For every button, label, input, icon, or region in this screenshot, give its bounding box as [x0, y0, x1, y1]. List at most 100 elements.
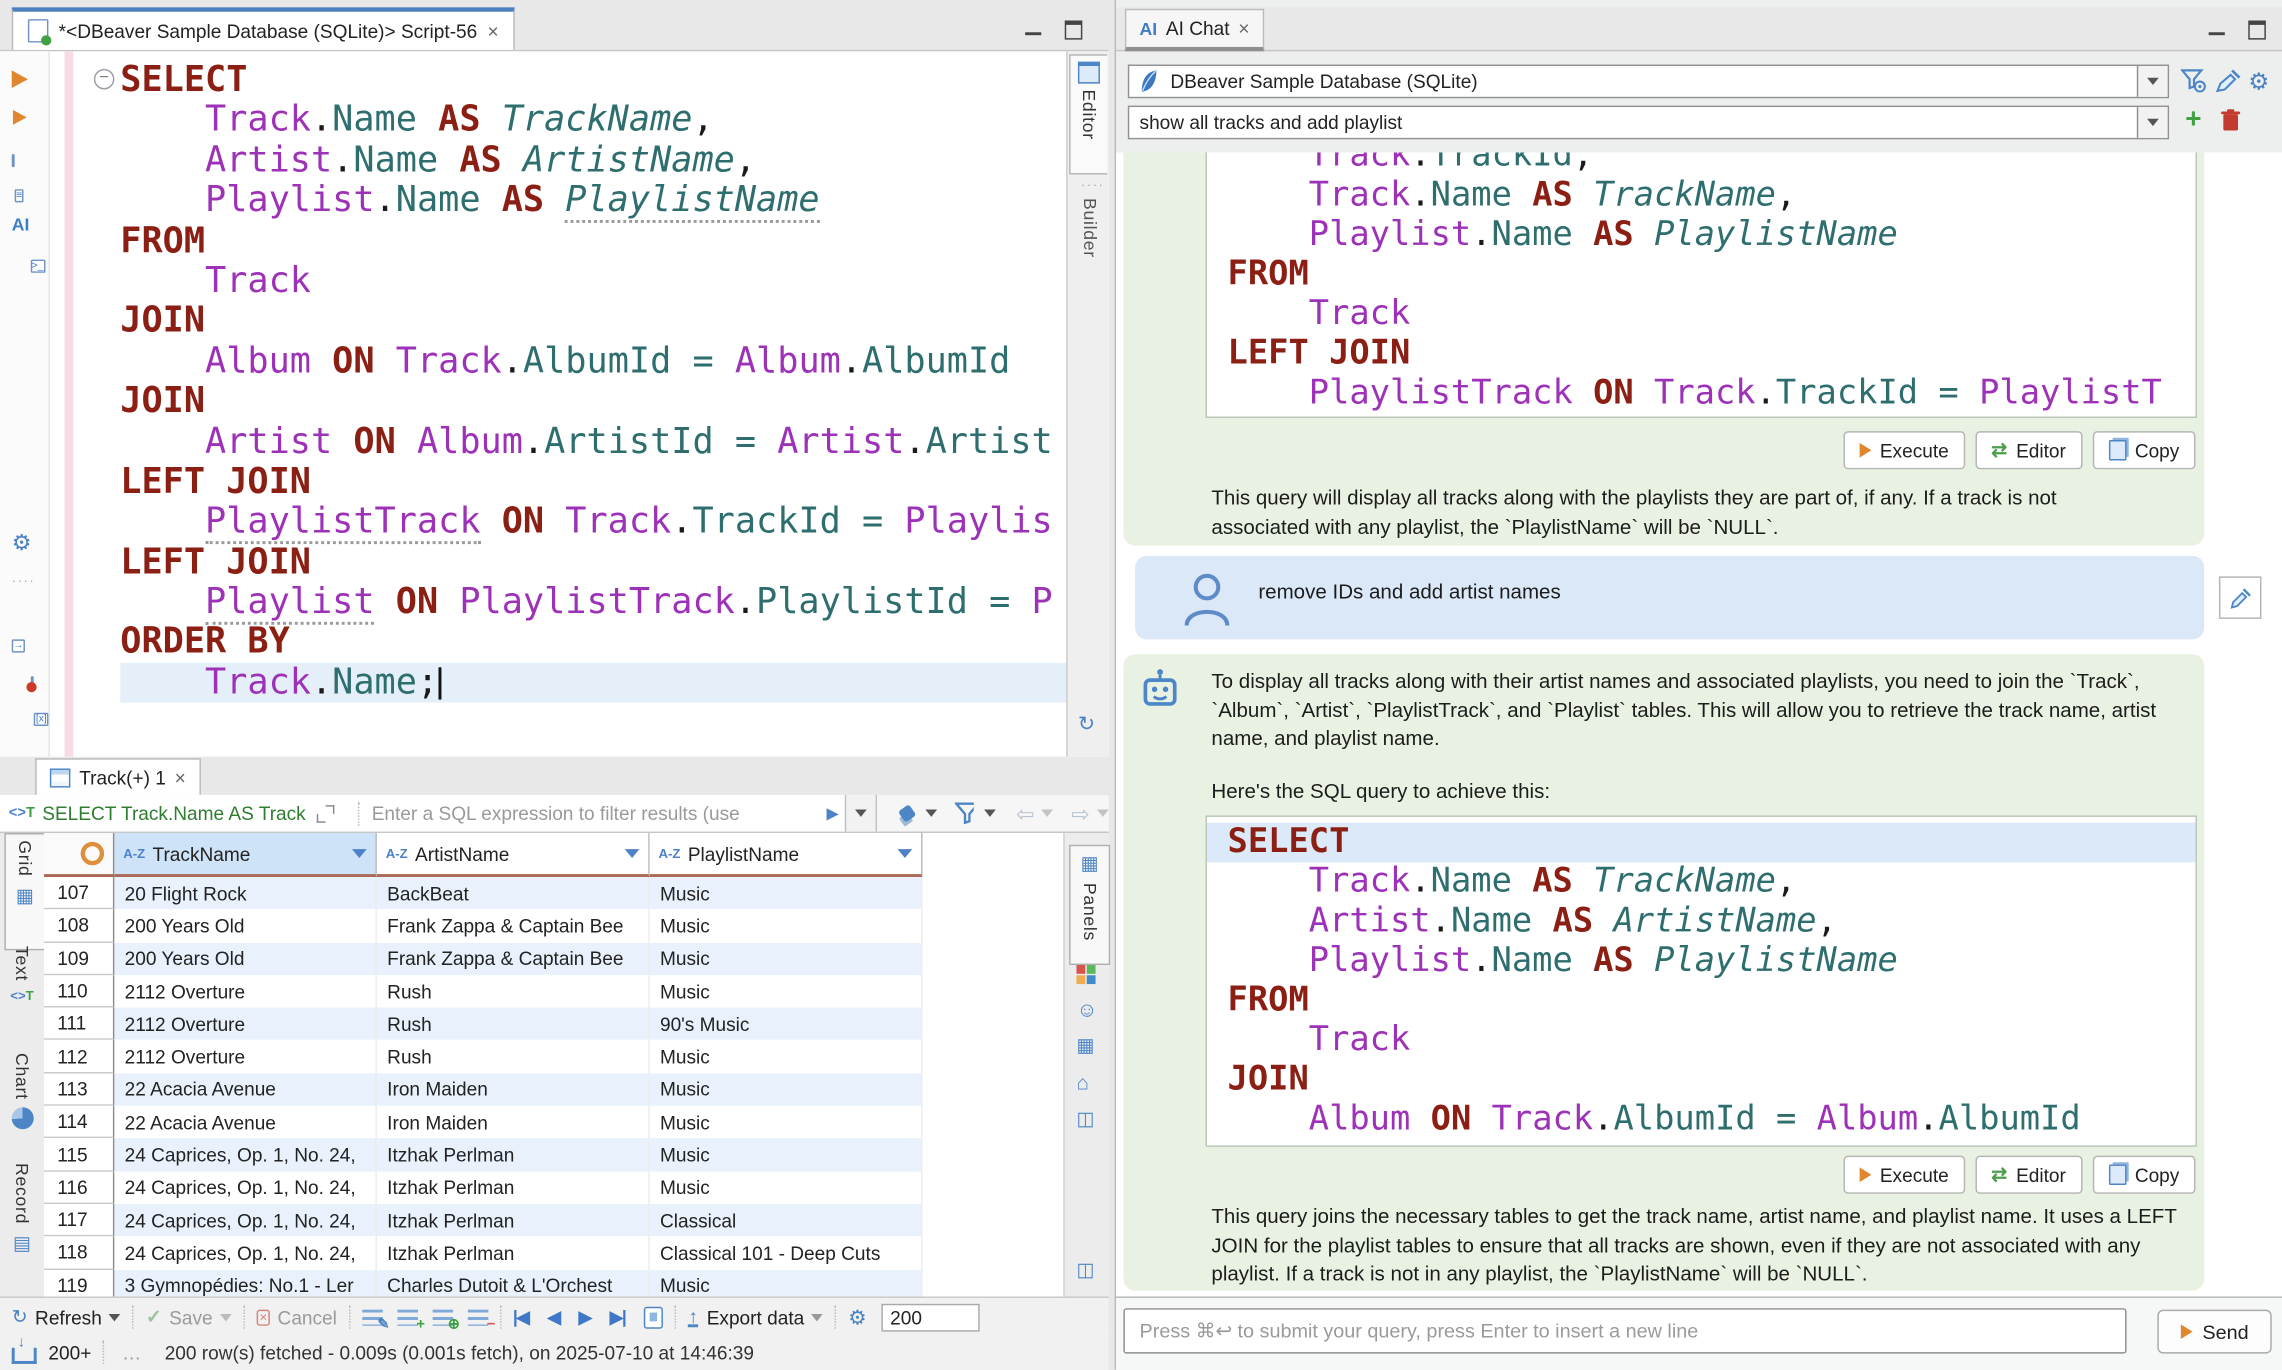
save-button[interactable]: Save	[169, 1306, 212, 1328]
data-cell[interactable]: Frank Zappa & Captain Bee	[377, 910, 650, 943]
data-cell[interactable]: Classical 101 - Deep Cuts	[650, 1237, 923, 1270]
table-row[interactable]: 10720 Flight RockBackBeatMusic	[44, 877, 1063, 910]
refresh-icon[interactable]: ↻	[12, 1305, 28, 1328]
delete-prompt-trash-icon[interactable]	[2220, 109, 2241, 132]
data-cell[interactable]: 24 Caprices, Op. 1, No. 24,	[114, 1237, 377, 1270]
filter-back-menu-icon[interactable]	[1042, 810, 1054, 817]
filter-input[interactable]: <>T SELECT Track.Name AS Track Enter a S…	[0, 795, 877, 832]
data-cell[interactable]: BackBeat	[377, 877, 650, 910]
chat-input[interactable]: Press ⌘↩ to submit your query, press Ent…	[1123, 1308, 2126, 1353]
table-row[interactable]: 1102112 OvertureRushMusic	[44, 975, 1063, 1008]
ai-chat-tab-close-icon[interactable]: ×	[1238, 19, 1249, 38]
add-row-icon[interactable]: +	[397, 1309, 418, 1325]
table-row[interactable]: 108200 Years OldFrank Zappa & Captain Be…	[44, 910, 1063, 943]
next-row-icon[interactable]: ▶	[579, 1307, 591, 1328]
data-cell[interactable]: Itzhak Perlman	[377, 1204, 650, 1237]
data-cell[interactable]: 200 Years Old	[114, 942, 377, 975]
table-row[interactable]: 11322 Acacia AvenueIron MaidenMusic	[44, 1073, 1063, 1106]
prompt-combo-dropdown[interactable]	[2137, 107, 2168, 138]
table-row[interactable]: 11524 Caprices, Op. 1, No. 24,Itzhak Per…	[44, 1139, 1063, 1172]
execute-button[interactable]: Execute	[1843, 431, 1965, 469]
editor-button[interactable]: ⇄Editor	[1975, 431, 2082, 469]
data-cell[interactable]: Classical	[650, 1204, 923, 1237]
data-cell[interactable]: Music	[650, 910, 923, 943]
minimize-icon[interactable]	[2209, 32, 2225, 35]
copy-button[interactable]: Copy	[2092, 1156, 2195, 1194]
data-cell[interactable]: 22 Acacia Avenue	[114, 1073, 377, 1106]
data-cell[interactable]: Frank Zappa & Captain Bee	[377, 942, 650, 975]
table-row[interactable]: 109200 Years OldFrank Zappa & Captain Be…	[44, 942, 1063, 975]
data-cell[interactable]: 2112 Overture	[114, 1041, 377, 1074]
edit-cell-icon[interactable]: ✎	[362, 1309, 383, 1325]
fetch-all-icon[interactable]: ↓	[12, 1348, 37, 1364]
prompt-combo[interactable]: show all tracks and add playlist	[1128, 106, 2169, 140]
data-cell[interactable]: Itzhak Perlman	[377, 1237, 650, 1270]
results-tab[interactable]: Track(+) 1 ×	[35, 758, 200, 795]
refresh-circular-icon[interactable]: ↻	[1078, 711, 1095, 736]
sql-code-block-1[interactable]: Track.TrackId, Track.Name AS TrackName, …	[1206, 153, 2197, 418]
editor-button[interactable]: ⇄Editor	[1975, 1156, 2082, 1194]
script-log-icon[interactable]: ≡	[15, 189, 24, 202]
first-row-icon[interactable]: |◀	[513, 1307, 529, 1328]
sql-terminal-icon[interactable]: >_	[30, 260, 45, 273]
ai-assistant-icon[interactable]: AI	[12, 214, 30, 235]
ai-chat-tab[interactable]: AI AI Chat ×	[1125, 9, 1264, 52]
settings-gear-icon[interactable]: ⚙	[12, 529, 32, 555]
table-row[interactable]: 11824 Caprices, Op. 1, No. 24,Itzhak Per…	[44, 1237, 1063, 1270]
data-cell[interactable]: Rush	[377, 1008, 650, 1041]
calendar-panel-icon[interactable]: ▦	[1076, 1034, 1094, 1057]
chat-history[interactable]: Track.TrackId, Track.Name AS TrackName, …	[1116, 153, 2282, 1297]
table-row[interactable]: 1193 Gymnopédies: No.1 - LerCharles Duto…	[44, 1269, 1063, 1296]
sql-code-block-2[interactable]: SELECT Track.Name AS TrackName, Artist.N…	[1206, 815, 2197, 1146]
data-cell[interactable]: 20 Flight Rock	[114, 877, 377, 910]
row-number-cell[interactable]: 114	[44, 1106, 114, 1139]
data-cell[interactable]: 90's Music	[650, 1008, 923, 1041]
row-number-cell[interactable]: 110	[44, 975, 114, 1008]
sql-code-editor[interactable]: SELECT Track.Name AS TrackName, Artist.N…	[120, 60, 1067, 746]
editor-tab-close-icon[interactable]: ×	[488, 21, 499, 40]
table-row[interactable]: 1112112 OvertureRush90's Music	[44, 1008, 1063, 1041]
data-cell[interactable]: Itzhak Perlman	[377, 1171, 650, 1204]
column-header-playlistname[interactable]: A-Z PlaylistName	[650, 833, 923, 877]
value-viewer-icon[interactable]	[1076, 965, 1095, 984]
execute-script-icon[interactable]	[12, 154, 15, 167]
clean-chat-broom-icon[interactable]	[2215, 67, 2243, 93]
database-combo[interactable]: DBeaver Sample Database (SQLite)	[1128, 65, 2169, 99]
row-number-cell[interactable]: 109	[44, 942, 114, 975]
add-prompt-icon[interactable]: +	[2185, 104, 2201, 136]
execute-button[interactable]: Execute	[1843, 1156, 1965, 1194]
export-file-icon[interactable]: [x]	[34, 713, 48, 726]
sort-menu-icon[interactable]	[625, 849, 640, 858]
data-cell[interactable]: Music	[650, 1171, 923, 1204]
table-row[interactable]: 11624 Caprices, Op. 1, No. 24,Itzhak Per…	[44, 1171, 1063, 1204]
export-data-button[interactable]: Export data	[707, 1306, 805, 1328]
row-number-cell[interactable]: 111	[44, 1008, 114, 1041]
data-cell[interactable]: Charles Dutoit & L'Orchest	[377, 1269, 650, 1296]
references-icon[interactable]: ⌂	[1076, 1071, 1088, 1094]
tab-panels[interactable]: ▦ Panels	[1069, 845, 1110, 965]
sort-menu-icon[interactable]	[898, 849, 913, 858]
export-menu-icon[interactable]	[812, 1313, 824, 1320]
fold-collapse-icon[interactable]: −	[94, 69, 115, 90]
minimize-icon[interactable]	[1025, 32, 1041, 35]
data-cell[interactable]: Music	[650, 1139, 923, 1172]
data-cell[interactable]: 24 Caprices, Op. 1, No. 24,	[114, 1171, 377, 1204]
ai-settings-gear-icon[interactable]: ⚙	[2248, 67, 2269, 96]
scope-filter-icon[interactable]	[2181, 67, 2209, 93]
row-number-cell[interactable]: 118	[44, 1237, 114, 1270]
result-grid[interactable]: A-Z TrackName A-Z ArtistName A-Z Playlis…	[44, 833, 1063, 1296]
execute-statement-icon[interactable]	[12, 70, 28, 88]
metadata-icon[interactable]: ☺	[1076, 997, 1097, 1020]
refresh-button[interactable]: Refresh	[35, 1306, 102, 1328]
maximize-icon[interactable]	[1065, 21, 1083, 40]
editor-tab[interactable]: *<DBeaver Sample Database (SQLite)> Scri…	[12, 7, 515, 50]
fetch-size-input[interactable]: 200	[881, 1303, 979, 1331]
table-row[interactable]: 11422 Acacia AvenueIron MaidenMusic	[44, 1106, 1063, 1139]
execute-new-tab-icon[interactable]	[13, 110, 27, 125]
delete-row-icon[interactable]: −	[467, 1309, 488, 1325]
row-number-cell[interactable]: 113	[44, 1073, 114, 1106]
data-cell[interactable]: Music	[650, 975, 923, 1008]
tab-text[interactable]: Text <>T	[3, 946, 41, 1003]
data-cell[interactable]: 2112 Overture	[114, 1008, 377, 1041]
data-cell[interactable]: Music	[650, 1106, 923, 1139]
